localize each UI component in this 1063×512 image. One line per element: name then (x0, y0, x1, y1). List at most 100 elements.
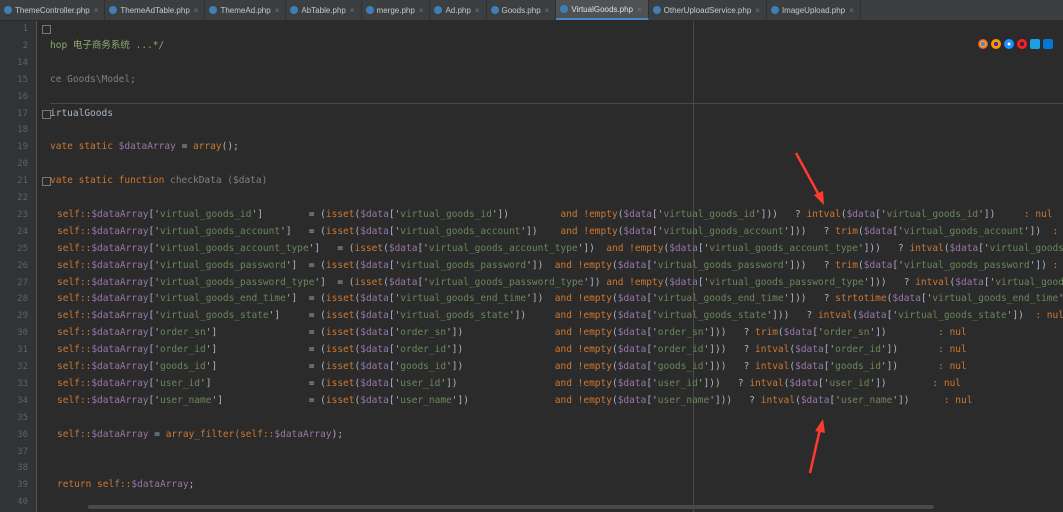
code-token: [' (388, 225, 401, 237)
tab-themeadtable[interactable]: ThemeAdTable.php × (105, 0, 206, 20)
tab-imageupload[interactable]: ImageUpload.php × (767, 0, 861, 20)
code-token: empty (583, 293, 612, 305)
tab-otheruploadservice[interactable]: OtherUploadService.php × (649, 0, 767, 20)
code-token: [' (148, 225, 160, 237)
code-token: empty (583, 259, 612, 271)
tab-themead[interactable]: ThemeAd.php × (205, 0, 287, 20)
code-line: ce Goods\Model; (50, 72, 136, 88)
code-token: $data (360, 310, 389, 322)
code-token: self:: (57, 208, 92, 220)
code-token: $dataArray (118, 141, 176, 153)
code-token: self:: (57, 344, 92, 356)
edge-icon[interactable] (1043, 39, 1053, 49)
close-icon[interactable]: × (194, 6, 199, 15)
ie-icon[interactable] (1030, 39, 1040, 49)
code-token: ? (777, 208, 807, 220)
tab-merge[interactable]: merge.php × (362, 0, 431, 20)
code-line: self::$dataArray['virtual_goods_account'… (57, 224, 1063, 240)
code-token: virtual_goods_password (903, 259, 1030, 271)
line-number: 14 (17, 57, 28, 68)
horizontal-scrollbar[interactable] (88, 505, 934, 509)
code-editor[interactable]: 1 2 14 15 16 17 18 19 20 21 22 23 24 25 26 27 28 29 30 31 32… (0, 21, 1063, 512)
code-token: = ( (308, 344, 326, 356)
code-token: empty (583, 377, 612, 389)
code-token: $data (617, 310, 647, 322)
code-token: $data (360, 327, 389, 339)
close-icon[interactable]: × (755, 6, 760, 15)
code-area[interactable]: hop 电子商务系统 ...*/ ce Goods\Model; irtualGoo… (37, 21, 1063, 512)
code-token: [' (823, 344, 836, 356)
tab-goods[interactable]: Goods.php × (487, 0, 557, 20)
browser-preview-icons (978, 39, 1053, 49)
code-token: intval (806, 208, 841, 220)
close-icon[interactable]: × (94, 6, 99, 15)
close-icon[interactable]: × (475, 6, 480, 15)
code-token: [' (646, 327, 658, 339)
fold-marker-icon[interactable] (42, 25, 51, 34)
code-token: '])) (783, 259, 807, 271)
code-token: = ( (308, 394, 326, 406)
php-class-icon (209, 6, 218, 14)
code-token: isset (325, 361, 355, 372)
code-token: empty (583, 344, 612, 356)
code-token: '] (211, 394, 223, 406)
code-token: and ! (554, 361, 584, 372)
close-icon[interactable]: × (637, 5, 642, 14)
code-token: self:: (57, 242, 92, 254)
code-line: self::$dataArray['goods_id'] = (isset($d… (57, 359, 967, 375)
code-token: $data (360, 208, 389, 220)
code-token: (); (221, 141, 239, 153)
chrome-icon[interactable] (978, 39, 988, 49)
code-token: empty (583, 394, 612, 406)
code-token: : nul (886, 377, 962, 389)
close-icon[interactable]: × (350, 6, 355, 15)
code-token: [' (920, 293, 933, 305)
code-token: [' (823, 361, 836, 372)
code-token: $data (617, 327, 647, 339)
code-token: order_id (159, 344, 206, 356)
code-token: = ( (308, 208, 326, 220)
code-token: $data (863, 225, 893, 237)
code-line: self::$dataArray['order_id'] = (isset($d… (57, 342, 967, 358)
code-token: $data (388, 242, 418, 254)
firefox-icon[interactable] (991, 39, 1001, 49)
opera-icon[interactable] (1017, 39, 1027, 49)
line-number: 39 (17, 480, 28, 491)
code-token: user_name (159, 394, 212, 406)
code-token: virtual_goods_id (400, 208, 492, 220)
close-icon[interactable]: × (419, 6, 424, 15)
tab-themecontroller[interactable]: ThemeController.php × (0, 0, 106, 20)
code-token: = ( (308, 327, 326, 339)
code-token: vate static (50, 141, 119, 153)
line-number: 1 (22, 24, 28, 34)
code-token: ? (726, 361, 756, 372)
line-number: 35 (17, 412, 28, 423)
close-icon[interactable]: × (545, 6, 550, 15)
line-number: 23 (17, 209, 28, 220)
line-number: 38 (17, 463, 28, 474)
tab-label: Ad.php (445, 5, 471, 15)
code-token: ']) (446, 361, 464, 372)
code-token: $data (360, 293, 389, 305)
tab-ad[interactable]: Ad.php × (430, 0, 487, 20)
code-token: order_id (400, 344, 447, 356)
close-icon[interactable]: × (849, 6, 854, 15)
close-icon[interactable]: × (275, 6, 280, 15)
method-separator (50, 103, 1063, 104)
php-class-icon (652, 6, 661, 14)
safari-icon[interactable] (1004, 39, 1014, 49)
code-token: isset (325, 208, 355, 220)
tab-abtable[interactable]: AbTable.php × (286, 0, 362, 20)
line-number: 37 (17, 446, 28, 457)
code-token: $data (863, 259, 893, 271)
code-token: '])) (697, 377, 721, 389)
code-token: ? (720, 377, 750, 389)
tab-virtualgoods[interactable]: VirtualGoods.php × (556, 0, 649, 20)
code-token: irtualGoods (50, 107, 113, 119)
code-line: self::$dataArray = array_filter(self::$d… (57, 427, 343, 443)
